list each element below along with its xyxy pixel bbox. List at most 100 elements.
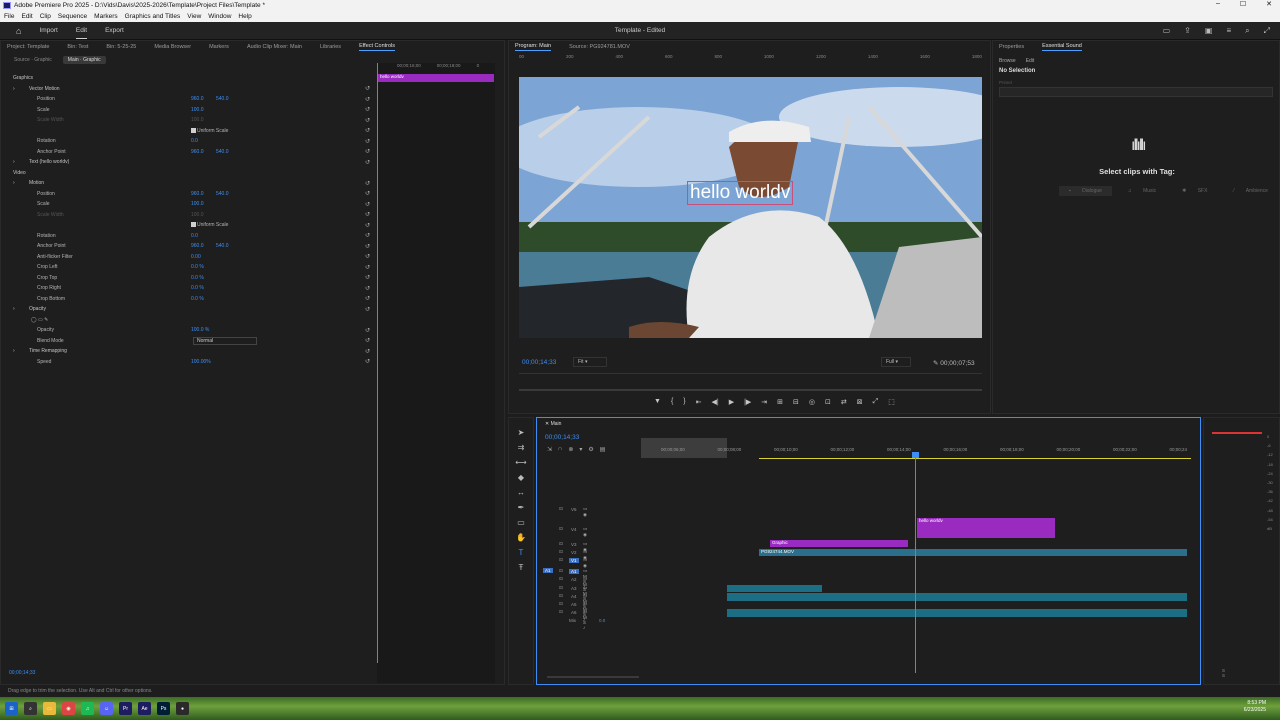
ec-row[interactable]: Uniform Scale ↺ xyxy=(1,126,373,137)
rectangle-mask-icon[interactable]: ▭ xyxy=(38,317,43,323)
reset-parameter-icon[interactable]: ↺ xyxy=(365,127,370,134)
type-tool-icon[interactable]: T xyxy=(519,548,524,557)
lock-icon[interactable]: ⊡ xyxy=(559,541,563,547)
solo-right-button[interactable]: S xyxy=(1222,673,1243,678)
mute-solo-icon[interactable]: ▭ M S ♪ xyxy=(583,609,591,630)
tag-sfx-button[interactable]: ✱ SFX xyxy=(1172,186,1217,196)
ec-value[interactable]: 960.0 xyxy=(191,191,204,197)
ec-value[interactable]: 0.0 % xyxy=(191,275,204,281)
workspaces-icon[interactable]: ▭ xyxy=(1163,26,1171,36)
reset-parameter-icon[interactable]: ↺ xyxy=(365,295,370,302)
ec-row[interactable]: › Opacity ↺ xyxy=(1,304,373,315)
tab-project[interactable]: Project: Template xyxy=(7,44,49,50)
chevron-right-icon[interactable]: › xyxy=(13,348,15,354)
nest-icon[interactable]: ⇲ xyxy=(547,446,552,453)
chevron-right-icon[interactable]: › xyxy=(13,86,15,92)
track-name[interactable]: V2 xyxy=(569,550,579,555)
lock-icon[interactable]: ⊡ xyxy=(559,601,563,607)
ec-value[interactable]: 0.0 xyxy=(191,233,198,239)
vertical-type-tool-icon[interactable]: Ŧ xyxy=(519,563,524,572)
ec-row[interactable]: Crop Bottom 0.0 % ↺ xyxy=(1,294,373,305)
eye-icon[interactable]: ▭ ◉ xyxy=(583,506,591,518)
maximize-button[interactable]: ☐ xyxy=(1240,0,1246,8)
tab-bin-test[interactable]: Bin: Test xyxy=(67,44,88,50)
ripple-edit-tool-icon[interactable]: ⟷ xyxy=(515,458,526,467)
menu-file[interactable]: File xyxy=(4,13,14,20)
wrench-icon[interactable]: ✎ xyxy=(933,360,938,367)
ec-row[interactable]: Rotation 0.0 ↺ xyxy=(1,136,373,147)
spotify-icon[interactable]: ♫ xyxy=(81,702,94,715)
ec-row[interactable]: › Vector Motion ↺ xyxy=(1,84,373,95)
tab-essential-sound[interactable]: Essential Sound xyxy=(1042,43,1082,51)
chevron-right-icon[interactable]: › xyxy=(13,180,15,186)
tab-properties[interactable]: Properties xyxy=(999,44,1024,50)
track-name[interactable]: A6 xyxy=(569,610,579,615)
audio-clip-a3[interactable] xyxy=(727,585,822,592)
ec-row[interactable]: Uniform Scale ↺ xyxy=(1,220,373,231)
chrome-icon[interactable]: ◉ xyxy=(62,702,75,715)
pen-mask-icon[interactable]: ✎ xyxy=(44,317,48,323)
ec-row[interactable]: Position 960.0 540.0 ↺ xyxy=(1,189,373,200)
pen-tool-icon[interactable]: ✒ xyxy=(518,503,525,512)
lock-icon[interactable]: ⊡ xyxy=(559,526,563,532)
track-name[interactable]: V4 xyxy=(569,527,579,532)
ec-row[interactable]: Scale 100.0 ↺ xyxy=(1,105,373,116)
graphic-clip[interactable]: Graphic xyxy=(770,540,908,547)
ellipse-mask-icon[interactable]: ◯ xyxy=(31,317,37,323)
timeline-zoom-scrollbar[interactable] xyxy=(547,676,639,678)
ec-value[interactable]: 0.0 xyxy=(191,138,198,144)
search-icon[interactable]: ⌕ xyxy=(24,702,37,715)
reset-parameter-icon[interactable]: ↺ xyxy=(365,337,370,344)
ec-row[interactable]: Anchor Point 960.0 540.0 ↺ xyxy=(1,147,373,158)
track-name[interactable]: V5 xyxy=(569,507,579,512)
reset-parameter-icon[interactable]: ↺ xyxy=(365,85,370,92)
menu-window[interactable]: Window xyxy=(208,13,231,20)
reset-parameter-icon[interactable]: ↺ xyxy=(365,243,370,250)
ec-value[interactable]: 100.0 xyxy=(191,107,204,113)
ec-timecode[interactable]: 00;00;14;33 xyxy=(9,670,35,676)
reset-parameter-icon[interactable]: ↺ xyxy=(365,327,370,334)
zoom-level-select[interactable]: Fit ▾ xyxy=(573,357,607,367)
captions-icon[interactable]: ▤ xyxy=(600,446,606,453)
share-icon[interactable]: ⇪ xyxy=(1184,26,1191,36)
menu-graphics[interactable]: Graphics and Titles xyxy=(125,13,181,20)
reset-parameter-icon[interactable]: ↺ xyxy=(365,253,370,260)
workspace-export[interactable]: Export xyxy=(105,27,124,34)
ec-row[interactable]: Anchor Point 960.0 540.0 ↺ xyxy=(1,241,373,252)
toggle-proxies-button[interactable]: ⇄ xyxy=(841,398,847,406)
program-timecode[interactable]: 00;00;14;33 xyxy=(522,359,556,366)
program-video-frame[interactable]: hello worldv xyxy=(519,77,982,338)
track-name[interactable]: A3 xyxy=(569,586,579,591)
ec-value[interactable]: 540.0 xyxy=(216,243,229,249)
ec-row[interactable]: Rotation 0.0 ↺ xyxy=(1,231,373,242)
video-clip-mov[interactable]: PG924744.MOV xyxy=(759,549,1187,556)
mark-out-button[interactable]: } xyxy=(683,398,685,406)
tab-effect-controls[interactable]: Effect Controls xyxy=(359,43,396,51)
es-edit-tab[interactable]: Edit xyxy=(1026,58,1035,64)
home-icon[interactable]: ⌂ xyxy=(16,26,21,36)
ec-row[interactable]: Scale Width 100.0 ↺ xyxy=(1,210,373,221)
reset-parameter-icon[interactable]: ↺ xyxy=(365,358,370,365)
slip-tool-icon[interactable]: ↔ xyxy=(517,488,525,497)
vr-video-button[interactable]: ⤢ xyxy=(873,398,879,406)
blend-mode-select[interactable]: Normal xyxy=(193,336,257,345)
ec-source-clip[interactable]: Main · Graphic xyxy=(62,56,106,64)
step-back-button[interactable]: ◀| xyxy=(712,398,719,406)
ec-value[interactable]: 540.0 xyxy=(216,96,229,102)
tag-ambience-button[interactable]: ⁄ Ambience xyxy=(1223,186,1277,196)
menu-help[interactable]: Help xyxy=(238,13,251,20)
ec-row[interactable]: Video xyxy=(1,168,373,179)
tab-sequence-main[interactable]: ✕ Main xyxy=(545,421,561,427)
lock-icon[interactable]: ⊡ xyxy=(559,557,563,563)
reset-parameter-icon[interactable]: ↺ xyxy=(365,148,370,155)
photoshop-taskbar-icon[interactable]: Ps xyxy=(157,702,170,715)
timeline-settings-icon[interactable]: ⚙ xyxy=(588,446,593,453)
menu-view[interactable]: View xyxy=(187,13,201,20)
ec-source-master[interactable]: Source · Graphic xyxy=(9,56,57,64)
track-name[interactable]: V1 xyxy=(569,558,579,563)
file-explorer-icon[interactable]: ▭ xyxy=(43,702,56,715)
ec-value[interactable]: 100.0 % xyxy=(191,327,209,333)
ec-row[interactable]: Anti-flicker Filter 0.00 ↺ xyxy=(1,252,373,263)
ec-row[interactable]: Position 960.0 540.0 ↺ xyxy=(1,94,373,105)
chevron-right-icon[interactable]: › xyxy=(13,306,15,312)
